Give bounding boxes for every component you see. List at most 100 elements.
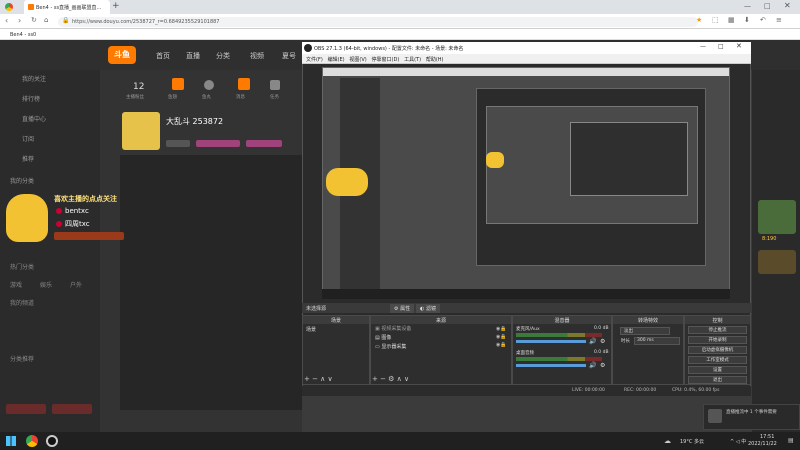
settings-button[interactable]: 设置 [688, 366, 747, 374]
sidebar-item[interactable]: 我的关注 [22, 74, 46, 83]
nav-item-live[interactable]: 直播 [186, 51, 200, 61]
minimize-icon[interactable]: — [744, 2, 751, 10]
windows-start-icon[interactable] [6, 436, 16, 446]
back-icon[interactable]: ‹ [5, 16, 8, 25]
history-icon[interactable]: ↶ [760, 16, 766, 24]
message-icon[interactable] [238, 78, 250, 90]
douyu-logo[interactable]: 斗鱼 [108, 46, 136, 64]
sidebar-item[interactable]: 排行榜 [22, 94, 40, 103]
obs-close-icon[interactable]: ✕ [736, 42, 742, 50]
obs-status-bar: LIVE: 00:00:00 REC: 00:00:00 CPU: 0.4%, … [302, 386, 751, 396]
source-item[interactable]: ▣ 视频采集设备 [371, 324, 511, 333]
menu-help[interactable]: 帮助(H) [426, 57, 444, 63]
menu-icon[interactable]: ≡ [776, 16, 782, 24]
url-input[interactable]: https://www.douyu.com/2538727_r=0.684923… [58, 16, 698, 27]
follow-overlay: 喜欢主播的点点关注 bentxc 四周txc [0, 188, 130, 254]
fish-fin-icon[interactable] [172, 78, 184, 90]
nav-item-home[interactable]: 首页 [156, 51, 170, 61]
sidebar-item[interactable]: 热门分类 [10, 262, 34, 271]
browser-logo-icon [5, 3, 13, 11]
forward-icon[interactable]: › [18, 16, 21, 25]
speaker-icon[interactable]: 🔊 [589, 338, 596, 345]
home-icon[interactable]: ⌂ [44, 16, 48, 24]
sidebar-item[interactable]: 分类推荐 [10, 354, 34, 363]
close-icon[interactable]: ✕ [784, 1, 791, 10]
notification-center-icon[interactable]: ▤ [788, 437, 794, 444]
sidebar-item[interactable]: 娱乐 [40, 280, 52, 289]
streamer-avatar[interactable] [122, 112, 160, 150]
browser-tab[interactable]: Ben4 - ss直播_画画联盟直... [24, 0, 110, 14]
sidebar-item[interactable]: 游戏 [10, 280, 22, 289]
maximize-icon[interactable]: □ [764, 2, 771, 10]
menu-docks[interactable]: 停靠窗口(D) [372, 57, 400, 63]
notification-toast[interactable]: 直播推流中 1 个事件需要 [703, 404, 800, 430]
obs-maximize-icon[interactable]: □ [718, 43, 724, 50]
download-icon[interactable]: ⬇ [744, 16, 750, 24]
nav-item-category[interactable]: 分类 [216, 51, 230, 61]
streamer-tag[interactable] [196, 140, 240, 147]
menu-file[interactable]: 文件(F) [306, 57, 323, 63]
menu-edit[interactable]: 编辑(E) [328, 57, 345, 63]
preview-nested-preview-2 [570, 122, 688, 196]
weather-text[interactable]: 19°C 多云 [680, 438, 704, 445]
mixer-volume-slider[interactable] [516, 364, 586, 367]
nav-item-video[interactable]: 视频 [250, 51, 264, 61]
visibility-eye-icon[interactable]: ◉🔒 [496, 326, 507, 332]
obs-taskbar-icon[interactable] [46, 435, 58, 447]
reload-icon[interactable]: ↻ [31, 16, 37, 24]
gear-icon[interactable]: ⚙ [600, 362, 605, 369]
sidebar-button[interactable] [52, 404, 92, 414]
streamer-name: 大乱斗 253872 [166, 117, 224, 126]
transition-select[interactable]: 淡出 [620, 327, 670, 335]
virtual-camera-button[interactable]: 启动虚拟摄像机 [688, 346, 747, 354]
duration-label: 时长 [621, 339, 630, 344]
clock-date[interactable]: 2022/11/22 [748, 441, 777, 447]
chrome-taskbar-icon[interactable] [26, 435, 38, 447]
sidebar-item[interactable]: 我的分类 [10, 176, 34, 185]
grid-icon[interactable]: ▦ [728, 16, 735, 24]
url-text: https://www.douyu.com/2538727_r=0.684923… [72, 18, 220, 25]
promo-banner[interactable] [758, 200, 796, 234]
nav-item-more[interactable]: 夏号 [282, 51, 296, 61]
streamer-tag[interactable] [166, 140, 190, 147]
gear-icon[interactable]: ⚙ [600, 338, 605, 345]
bookmark-item[interactable]: Ben4 - ss0 [10, 32, 36, 38]
source-item[interactable]: ▭ 显示器采集 [371, 342, 511, 351]
sidebar-button[interactable] [6, 404, 46, 414]
start-recording-button[interactable]: 开始录制 [688, 336, 747, 344]
sidebar-item[interactable]: 订阅 [22, 134, 34, 143]
bookmark-star-icon[interactable]: ★ [696, 16, 702, 24]
filters-button[interactable]: ◐ 滤镜 [416, 304, 440, 313]
properties-button[interactable]: ⚙ 属性 [390, 304, 415, 313]
task-icon[interactable] [270, 80, 280, 90]
sidebar-item[interactable]: 户外 [70, 280, 82, 289]
visibility-eye-icon[interactable]: ◉🔒 [496, 342, 507, 348]
sidebar-item[interactable]: 推荐 [22, 154, 34, 163]
stop-streaming-button[interactable]: 停止推流 [688, 326, 747, 334]
scene-item[interactable]: 场景 [303, 324, 369, 335]
sidebar-item[interactable]: 直播中心 [22, 114, 46, 123]
sidebar-item[interactable]: 我的频道 [10, 298, 34, 307]
tray-icons[interactable]: ^ ◁ 中 [730, 438, 746, 445]
visibility-eye-icon[interactable]: ◉🔒 [496, 334, 507, 340]
video-player[interactable] [120, 155, 302, 410]
promo-banner[interactable] [758, 250, 796, 274]
extension-icon[interactable]: ⬚ [712, 16, 719, 24]
studio-mode-button[interactable]: 工作室模式 [688, 356, 747, 364]
source-add-icon[interactable]: + − ⚙ ∧ ∨ [372, 375, 409, 383]
streamer-tag[interactable] [246, 140, 282, 147]
speaker-icon[interactable]: 🔊 [589, 362, 596, 369]
obs-minimize-icon[interactable]: — [700, 43, 706, 50]
menu-tools[interactable]: 工具(T) [404, 57, 421, 63]
duration-input[interactable]: 300 ms [634, 337, 680, 345]
new-tab-icon[interactable]: + [112, 1, 120, 11]
scene-add-icon[interactable]: + − ∧ ∨ [304, 375, 333, 383]
fish-ball-icon[interactable] [204, 80, 214, 90]
source-item[interactable]: ▤ 图像 [371, 333, 511, 342]
exit-button[interactable]: 退出 [688, 376, 747, 384]
menu-view[interactable]: 视图(V) [349, 57, 366, 63]
mixer-volume-slider[interactable] [516, 340, 586, 343]
clock-time[interactable]: 17:51 [760, 434, 774, 440]
overlay-user: bentxc [65, 207, 89, 215]
preview-duck [326, 168, 368, 196]
